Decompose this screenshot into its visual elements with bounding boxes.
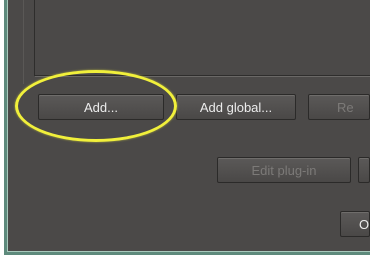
partial-button[interactable] (358, 157, 370, 183)
list-panel[interactable] (23, 0, 370, 84)
panel-divider (23, 0, 24, 84)
add-button[interactable]: Add... (38, 94, 164, 120)
ok-button[interactable]: O (340, 211, 370, 237)
edit-plugin-button[interactable]: Edit plug-in (217, 157, 351, 183)
add-global-button[interactable]: Add global... (176, 94, 296, 120)
remove-button[interactable]: Re (308, 94, 370, 120)
